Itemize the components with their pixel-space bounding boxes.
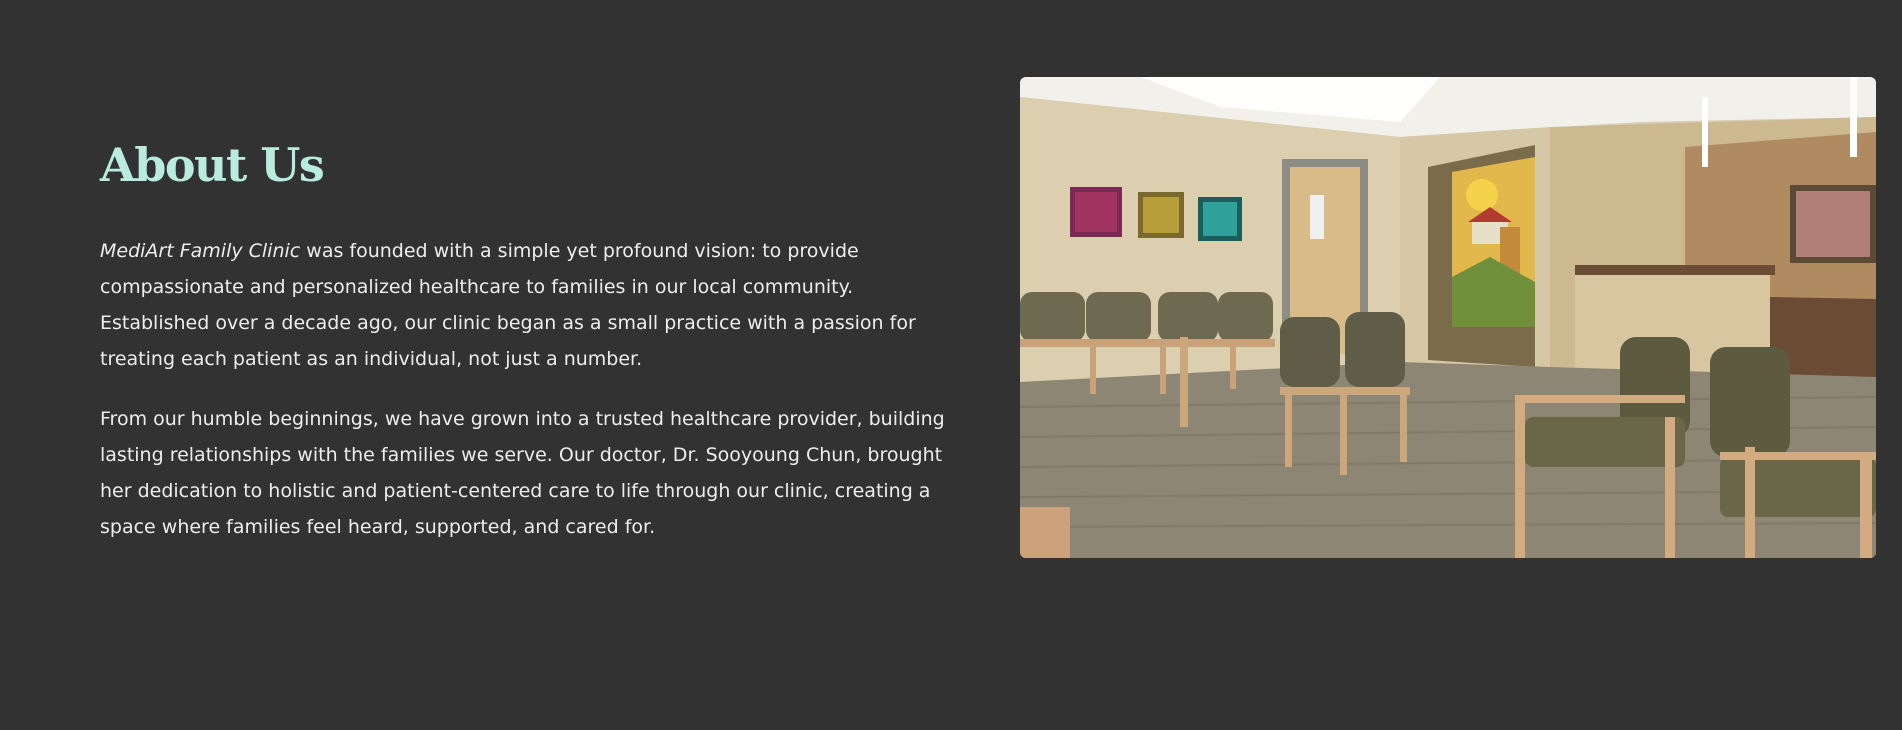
- clinic-name: MediArt Family Clinic: [100, 239, 301, 262]
- about-paragraph-2: From our humble beginnings, we have grow…: [100, 407, 945, 538]
- about-text-column: About Us MediArt Family Clinic was found…: [100, 140, 960, 569]
- about-paragraph-1: MediArt Family Clinic was founded with a…: [100, 233, 960, 377]
- about-section: About Us MediArt Family Clinic was found…: [0, 0, 1902, 730]
- about-heading: About Us: [100, 138, 325, 192]
- waiting-room-photo: [1020, 77, 1876, 558]
- waiting-room-illustration: [1020, 77, 1876, 558]
